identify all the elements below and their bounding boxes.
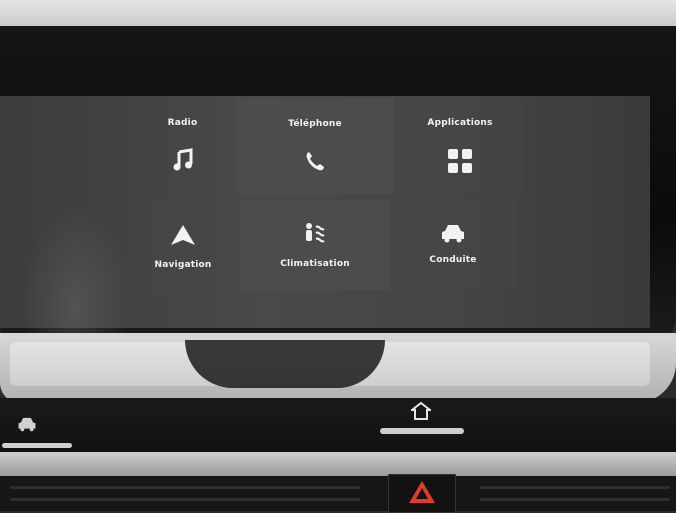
tile-conduite-label: Conduite [429,255,477,265]
hw-car-button[interactable] [10,412,44,440]
phone-icon [303,149,327,173]
tile-climatisation-label: Climatisation [280,259,350,269]
climate-fan-icon [302,221,328,245]
vent-slat [480,486,670,489]
vent-slat [480,498,670,501]
tile-applications[interactable]: Applications [396,98,524,194]
tile-climatisation[interactable]: Climatisation [240,200,390,290]
hazard-button[interactable] [388,474,456,513]
tile-telephone-label: Téléphone [288,119,342,129]
tile-radio[interactable]: Radio [135,98,230,192]
tile-navigation-label: Navigation [154,260,212,270]
car-icon [440,223,466,243]
tile-conduite[interactable]: Conduite [392,200,514,288]
tile-navigation[interactable]: Navigation [128,200,238,294]
tile-telephone[interactable]: Téléphone [236,98,394,194]
hazard-warning-icon [407,479,437,509]
hw-left-pill [2,443,72,448]
navigation-arrow-icon [170,224,196,246]
hw-home-button[interactable] [404,400,438,426]
music-note-icon [171,148,195,172]
home-icon [409,401,433,424]
apps-grid-icon [447,148,473,174]
car-icon [17,416,37,436]
vent-slat [10,498,360,501]
silver-trim-bar [0,452,676,476]
vent-slat [10,486,360,489]
infotainment-screen: Radio Téléphone Applications Navigation … [0,96,650,406]
tile-applications-label: Applications [427,118,493,128]
screen-mount-shadow [185,340,385,388]
air-vents [0,476,676,511]
tile-radio-label: Radio [167,118,198,128]
hw-home-pill [380,428,464,434]
control-panel [0,398,676,458]
